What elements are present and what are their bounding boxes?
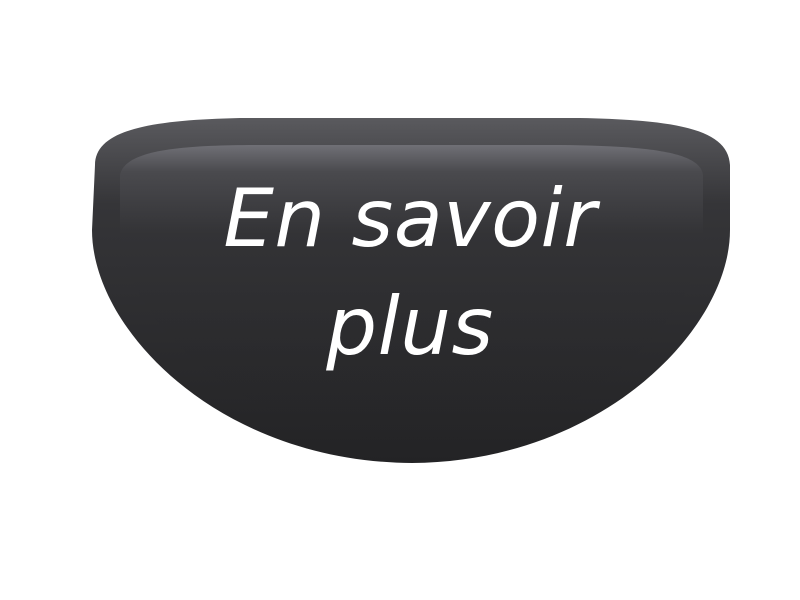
learn-more-button[interactable]: En savoir plus [0,0,800,600]
button-label: En savoir plus [90,165,730,381]
page: En savoir plus [0,0,800,600]
button-label-line-1: En savoir [223,172,597,265]
button-label-line-2: plus [326,280,494,373]
